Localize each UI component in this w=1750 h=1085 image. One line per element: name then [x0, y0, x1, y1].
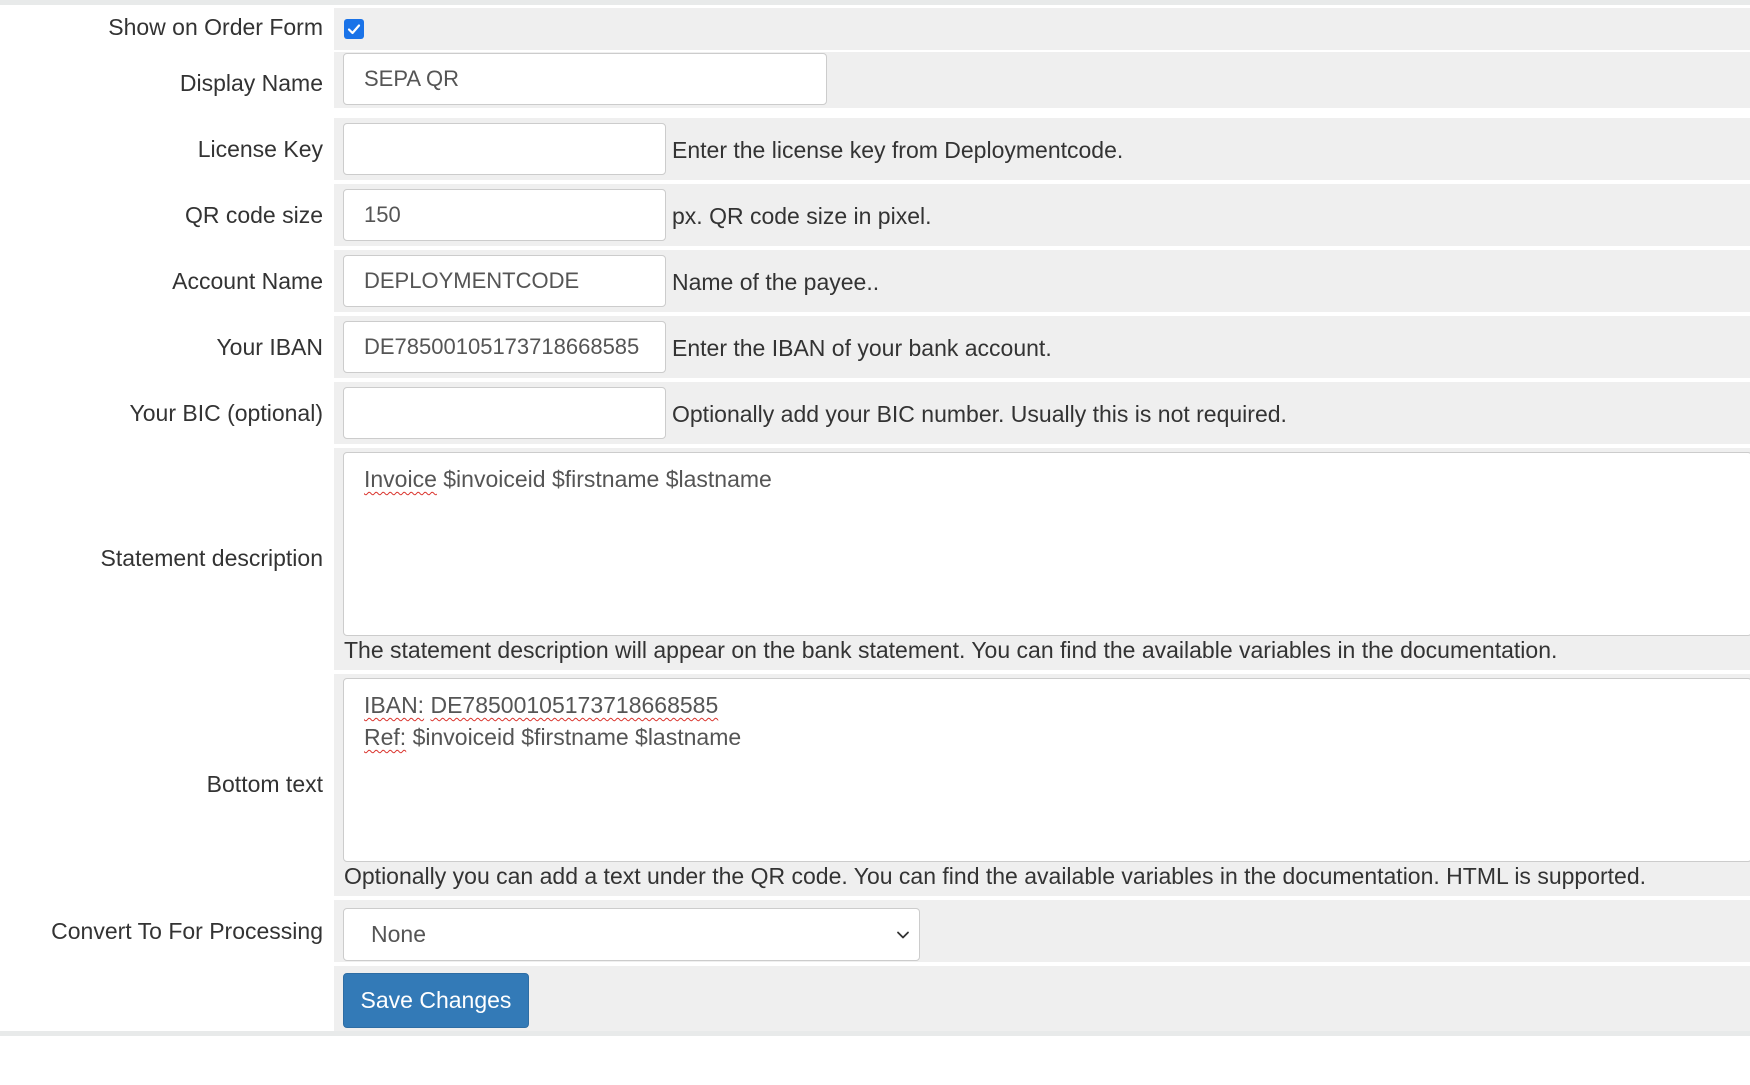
statement-description-label: Statement description: [100, 545, 323, 571]
statement-word: $invoiceid: [443, 466, 546, 492]
form-top-border: [0, 0, 1750, 5]
convert-to-select[interactable]: None: [343, 908, 920, 961]
bottom-text-line-2: Ref: $invoiceid $firstname $lastname: [364, 721, 1731, 753]
iban-field: DE78500105173718668585 Enter the IBAN of…: [334, 316, 1750, 378]
account-name-field: DEPLOYMENTCODE Name of the payee..: [334, 250, 1750, 312]
bottom-text-word: Ref:: [364, 724, 407, 750]
row-bic: Your BIC (optional) Optionally add your …: [0, 382, 1750, 444]
license-key-field: Enter the license key from Deploymentcod…: [334, 118, 1750, 180]
row-convert-to: Convert To For Processing None: [0, 900, 1750, 962]
display-name-label: Display Name: [179, 70, 323, 96]
bottom-text-word: $lastname: [635, 724, 742, 750]
row-display-name: Display Name SEPA QR: [0, 52, 1750, 108]
row-bottom-text: Bottom text IBAN: DE78500105173718668585…: [0, 674, 1750, 896]
row-qr-code-size: QR code size 150 px. QR code size in pix…: [0, 184, 1750, 246]
bottom-text-word: $firstname: [521, 724, 629, 750]
qr-code-size-label: QR code size: [184, 202, 323, 228]
save-field: Save Changes: [334, 966, 1750, 1031]
convert-to-field: None: [334, 900, 1750, 962]
statement-word: $lastname: [665, 466, 772, 492]
row-iban: Your IBAN DE78500105173718668585 Enter t…: [0, 316, 1750, 378]
statement-description-help: The statement description will appear on…: [344, 637, 1558, 663]
display-name-input[interactable]: SEPA QR: [343, 53, 827, 105]
license-key-input[interactable]: [343, 123, 666, 175]
bic-label: Your BIC (optional): [129, 400, 323, 426]
license-key-help: Enter the license key from Deploymentcod…: [672, 137, 1124, 163]
qr-code-size-input[interactable]: 150: [343, 189, 666, 241]
show-on-order-form-checkbox[interactable]: [344, 19, 364, 39]
account-name-label: Account Name: [172, 268, 323, 294]
statement-description-field: Invoice $invoiceid $firstname $lastname …: [334, 448, 1750, 670]
statement-word: Invoice: [364, 466, 437, 492]
row-statement-description: Statement description Invoice $invoiceid…: [0, 448, 1750, 670]
row-show-on-order-form: Show on Order Form: [0, 8, 1750, 50]
bottom-text-word: $invoiceid: [412, 724, 515, 750]
bottom-text-textarea[interactable]: IBAN: DE78500105173718668585 Ref: $invoi…: [343, 678, 1750, 862]
row-license-key: License Key Enter the license key from D…: [0, 118, 1750, 180]
license-key-label: License Key: [197, 136, 323, 162]
save-changes-button[interactable]: Save Changes: [343, 973, 529, 1028]
bottom-text-line-1: IBAN: DE78500105173718668585: [364, 689, 1731, 721]
bottom-text-label: Bottom text: [206, 771, 323, 797]
checkmark-icon: [347, 24, 361, 35]
display-name-field: SEPA QR: [334, 52, 1750, 108]
chevron-down-icon: [897, 931, 909, 939]
convert-to-selected-value: None: [371, 921, 426, 947]
iban-input[interactable]: DE78500105173718668585: [343, 321, 666, 373]
statement-description-textarea[interactable]: Invoice $invoiceid $firstname $lastname: [343, 452, 1750, 636]
bic-help: Optionally add your BIC number. Usually …: [672, 401, 1287, 427]
statement-word: $firstname: [551, 466, 660, 492]
account-name-input[interactable]: DEPLOYMENTCODE: [343, 255, 666, 307]
bottom-text-word: IBAN:: [364, 692, 425, 718]
bottom-text-field: IBAN: DE78500105173718668585 Ref: $invoi…: [334, 674, 1750, 896]
show-on-order-form-label: Show on Order Form: [108, 14, 323, 40]
convert-to-label: Convert To For Processing: [51, 918, 323, 944]
bottom-text-help: Optionally you can add a text under the …: [344, 863, 1647, 889]
iban-label: Your IBAN: [216, 334, 323, 360]
account-name-help: Name of the payee..: [672, 269, 880, 295]
row-save: Save Changes: [0, 966, 1750, 1031]
form-bottom-border: [0, 1031, 1750, 1036]
bic-field: Optionally add your BIC number. Usually …: [334, 382, 1750, 444]
qr-code-size-help: px. QR code size in pixel.: [672, 203, 932, 229]
iban-help: Enter the IBAN of your bank account.: [672, 335, 1052, 361]
show-on-order-form-field: [334, 8, 1750, 50]
bic-input[interactable]: [343, 387, 666, 439]
bottom-text-word: DE78500105173718668585: [430, 692, 719, 718]
row-account-name: Account Name DEPLOYMENTCODE Name of the …: [0, 250, 1750, 312]
qr-code-size-field: 150 px. QR code size in pixel.: [334, 184, 1750, 246]
